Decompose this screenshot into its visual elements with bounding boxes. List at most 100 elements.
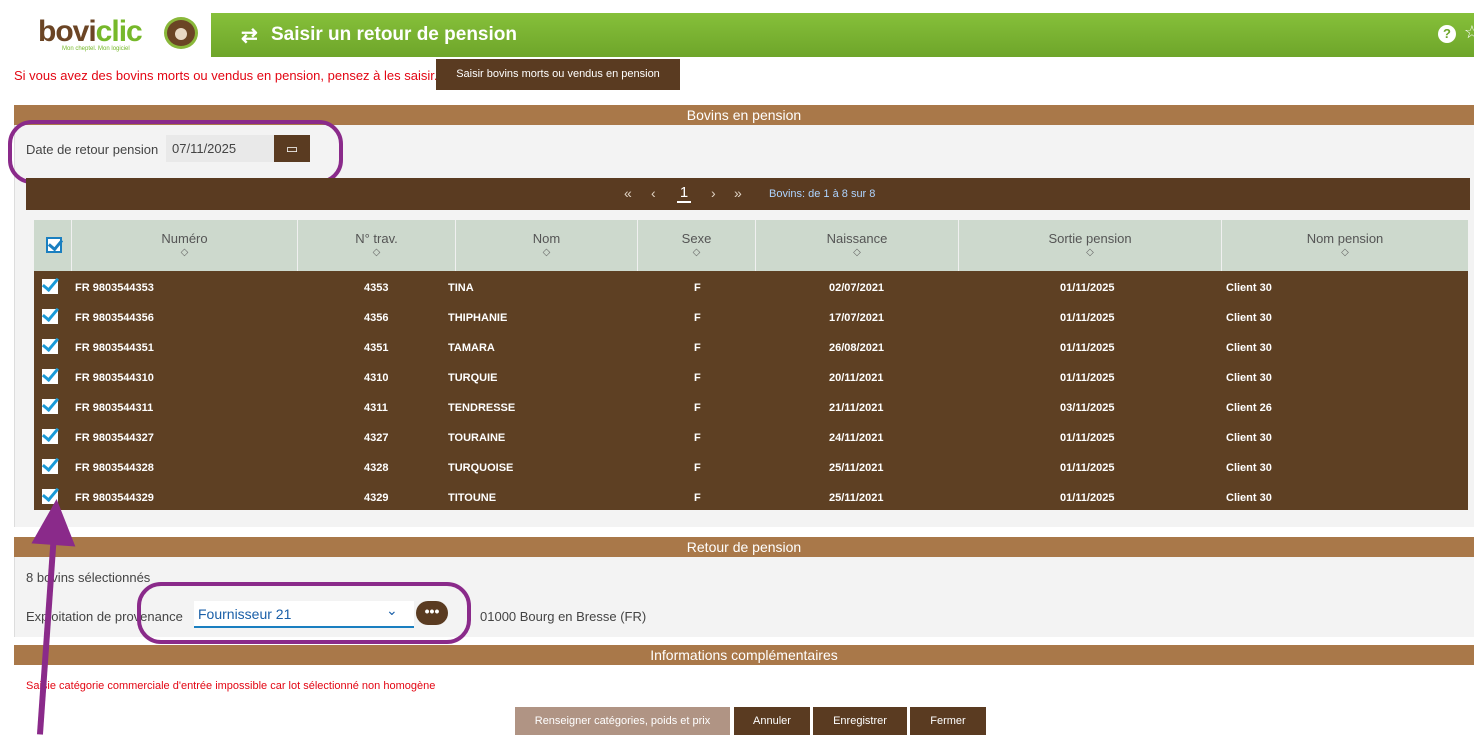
- cell-nom: TURQUIE: [448, 372, 498, 384]
- table-row[interactable]: FR 9803544310 4310 TURQUIE F 20/11/2021 …: [34, 363, 1468, 393]
- cell-nom: TOURAINE: [448, 432, 506, 444]
- cell-numero: FR 9803544329: [75, 492, 154, 504]
- cell-trav: 4310: [364, 372, 389, 384]
- row-checkbox[interactable]: [42, 309, 58, 324]
- select-all-checkbox[interactable]: [46, 237, 62, 253]
- logo-wordmark: boviclic: [38, 15, 143, 48]
- annuler-button[interactable]: Annuler: [734, 707, 810, 735]
- cell-nom: TURQUOISE: [448, 462, 514, 474]
- cell-sortie: 01/11/2025: [1060, 432, 1115, 444]
- cell-naissance: 25/11/2021: [829, 492, 884, 504]
- table-body: FR 9803544353 4353 TINA F 02/07/2021 01/…: [34, 271, 1468, 510]
- col-numero[interactable]: Numéro ◇: [72, 220, 298, 271]
- app-logo[interactable]: boviclic Mon cheptel. Mon logiciel: [14, 13, 211, 57]
- row-checkbox[interactable]: [42, 339, 58, 354]
- logo-tagline: Mon cheptel. Mon logiciel: [62, 46, 130, 52]
- cell-pension: Client 30: [1226, 312, 1272, 324]
- cell-naissance: 24/11/2021: [829, 432, 884, 444]
- table-row[interactable]: FR 9803544328 4328 TURQUOISE F 25/11/202…: [34, 453, 1468, 483]
- title-bar: ⇄ Saisir un retour de pension ? ☆: [211, 13, 1474, 57]
- last-page-button[interactable]: »: [734, 185, 742, 201]
- renseigner-button[interactable]: Renseigner catégories, poids et prix: [515, 707, 730, 735]
- col-sortie-pension[interactable]: Sortie pension ◇: [959, 220, 1222, 271]
- cell-sortie: 01/11/2025: [1060, 342, 1115, 354]
- star-icon[interactable]: ☆: [1464, 22, 1474, 43]
- cell-pension: Client 30: [1226, 432, 1272, 444]
- cell-nom: TITOUNE: [448, 492, 497, 504]
- row-checkbox[interactable]: [42, 399, 58, 414]
- row-checkbox[interactable]: [42, 459, 58, 474]
- cell-numero: FR 9803544311: [75, 402, 154, 414]
- cell-sexe: F: [694, 432, 701, 444]
- sort-icon: ◇: [1086, 247, 1094, 258]
- prev-page-button[interactable]: ‹: [651, 185, 656, 201]
- app-header: boviclic Mon cheptel. Mon logiciel ⇄ Sai…: [0, 0, 1474, 60]
- cell-pension: Client 30: [1226, 372, 1272, 384]
- selected-count: 8 bovins sélectionnés: [26, 570, 151, 585]
- pagination-count: Bovins: de 1 à 8 sur 8: [769, 188, 876, 200]
- table-row[interactable]: FR 9803544356 4356 THIPHANIE F 17/07/202…: [34, 303, 1468, 333]
- col-trav[interactable]: N° trav. ◇: [298, 220, 456, 271]
- cell-nom: TINA: [448, 282, 474, 294]
- cell-naissance: 17/07/2021: [829, 312, 885, 324]
- table-row[interactable]: FR 9803544353 4353 TINA F 02/07/2021 01/…: [34, 273, 1468, 303]
- cell-numero: FR 9803544328: [75, 462, 154, 474]
- col-nom-pension[interactable]: Nom pension ◇: [1222, 220, 1468, 271]
- col-naissance[interactable]: Naissance ◇: [756, 220, 959, 271]
- table-row[interactable]: FR 9803544351 4351 TAMARA F 26/08/2021 0…: [34, 333, 1468, 363]
- cell-trav: 4311: [364, 402, 388, 414]
- next-page-button[interactable]: ›: [711, 185, 716, 201]
- row-checkbox[interactable]: [42, 429, 58, 444]
- cell-sexe: F: [694, 282, 701, 294]
- swap-arrows-icon: ⇄: [241, 25, 258, 47]
- alert-message: Si vous avez des bovins morts ou vendus …: [14, 68, 438, 83]
- fermer-button[interactable]: Fermer: [910, 707, 986, 735]
- cell-sortie: 01/11/2025: [1060, 492, 1115, 504]
- enregistrer-button[interactable]: Enregistrer: [813, 707, 907, 735]
- cell-naissance: 20/11/2021: [829, 372, 884, 384]
- cell-sexe: F: [694, 372, 701, 384]
- sort-icon: ◇: [853, 247, 861, 258]
- row-checkbox[interactable]: [42, 369, 58, 384]
- table-header: Numéro ◇ N° trav. ◇ Nom ◇ Sexe ◇ Naissance ◇ …: [34, 220, 1468, 271]
- cell-numero: FR 9803544356: [75, 312, 154, 324]
- page-title: Saisir un retour de pension: [271, 24, 517, 45]
- cell-trav: 4353: [364, 282, 389, 294]
- cell-trav: 4328: [364, 462, 389, 474]
- table-row[interactable]: FR 9803544311 4311 TENDRESSE F 21/11/202…: [34, 393, 1468, 423]
- cell-sexe: F: [694, 402, 701, 414]
- first-page-button[interactable]: «: [624, 185, 632, 201]
- cell-sexe: F: [694, 342, 701, 354]
- cell-trav: 4329: [364, 492, 389, 504]
- cell-pension: Client 30: [1226, 492, 1272, 504]
- exploitation-address: 01000 Bourg en Bresse (FR): [480, 609, 647, 624]
- cell-naissance: 26/08/2021: [829, 342, 885, 354]
- cell-naissance: 02/07/2021: [829, 282, 885, 294]
- col-nom[interactable]: Nom ◇: [456, 220, 638, 271]
- cell-sortie: 01/11/2025: [1060, 372, 1115, 384]
- cell-numero: FR 9803544310: [75, 372, 154, 384]
- cell-numero: FR 9803544327: [75, 432, 154, 444]
- select-all-column: [34, 220, 72, 271]
- cell-pension: Client 26: [1226, 402, 1272, 414]
- cell-nom: TENDRESSE: [448, 402, 516, 414]
- col-sexe[interactable]: Sexe ◇: [638, 220, 756, 271]
- cell-pension: Client 30: [1226, 462, 1272, 474]
- question-circle-icon[interactable]: ?: [1438, 25, 1456, 43]
- info-warning: Saisie catégorie commerciale d'entrée im…: [26, 680, 436, 692]
- cell-pension: Client 30: [1226, 342, 1272, 354]
- table-row[interactable]: FR 9803544327 4327 TOURAINE F 24/11/2021…: [34, 423, 1468, 453]
- cell-naissance: 25/11/2021: [829, 462, 884, 474]
- cell-trav: 4356: [364, 312, 389, 324]
- sort-icon: ◇: [692, 247, 701, 258]
- sort-icon: ◇: [372, 247, 381, 258]
- row-checkbox[interactable]: [42, 279, 58, 294]
- cell-sortie: 01/11/2025: [1060, 282, 1115, 294]
- table-row[interactable]: FR 9803544329 4329 TITOUNE F 25/11/2021 …: [34, 483, 1468, 513]
- saisir-morts-vendus-button[interactable]: Saisir bovins morts ou vendus en pension: [436, 59, 680, 90]
- sort-icon: ◇: [542, 247, 551, 258]
- sort-icon: ◇: [180, 247, 189, 258]
- annotation-highlight-exploitation: [137, 582, 471, 644]
- annotation-arrow-head: [31, 497, 79, 547]
- current-page[interactable]: 1: [677, 184, 691, 203]
